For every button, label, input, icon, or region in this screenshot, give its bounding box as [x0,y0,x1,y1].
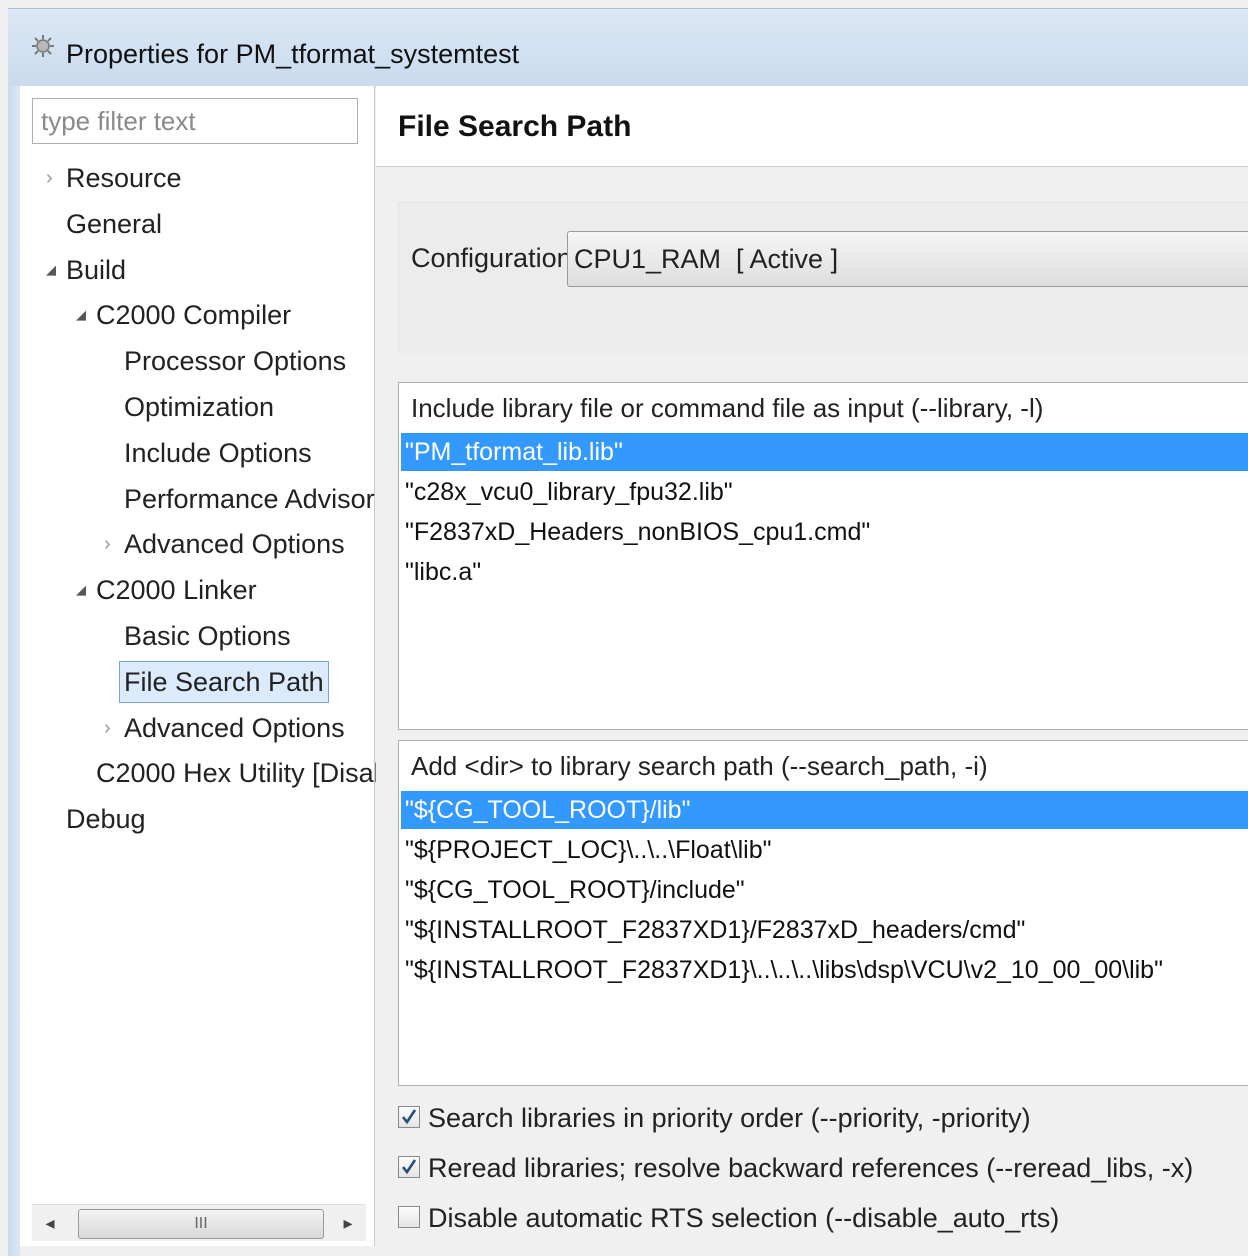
checkbox-checked-icon[interactable] [398,1106,420,1128]
library-item[interactable]: "PM_tformat_lib.lib" [401,433,1248,471]
scroll-thumb[interactable]: III [78,1209,324,1239]
scroll-left-icon[interactable]: ◂ [32,1205,68,1241]
page-header: File Search Path [376,86,1248,167]
window-frame [8,86,20,1256]
scroll-thumb-grip: III [194,1215,208,1232]
option-label: Disable automatic RTS selection (--disab… [428,1203,1060,1233]
tree-item[interactable]: Processor Options [124,341,346,381]
page-title: File Search Path [398,110,632,143]
checkbox-checked-icon[interactable] [398,1156,420,1178]
search-path-item[interactable]: "${CG_TOOL_ROOT}/include" [401,871,1248,909]
properties-page: File Search Path Configuration: CPU1_RAM… [376,86,1248,1246]
configuration-value: CPU1_RAM [ Active ] [574,244,839,274]
library-list-header: Include library file or command file as … [411,393,1044,423]
tree-item[interactable]: C2000 Linker [96,570,257,610]
search-path-item[interactable]: "${INSTALLROOT_F2837XD1}/F2837xD_headers… [401,911,1248,949]
scroll-right-icon[interactable]: ▸ [330,1205,366,1241]
configuration-group: Configuration: CPU1_RAM [ Active ] [398,202,1248,353]
tree-item[interactable]: General [66,204,162,244]
expanded-arrow-icon[interactable]: ◢ [76,570,86,610]
search-path-list-header: Add <dir> to library search path (--sear… [411,751,988,781]
tree-item[interactable]: Performance Advisor [124,479,375,519]
tree-item[interactable]: Basic Options [124,616,291,656]
tree-item[interactable]: Optimization [124,387,274,427]
collapsed-arrow-icon[interactable]: › [46,158,53,198]
configuration-label: Configuration: [411,243,580,273]
properties-dialog: Properties for PM_tformat_systemtest › Re… [0,0,1248,1256]
option-label: Search libraries in priority order (--pr… [428,1103,1031,1133]
tree-item[interactable]: Advanced Options [124,708,345,748]
checkbox-unchecked-icon[interactable] [398,1206,420,1228]
library-item[interactable]: "c28x_vcu0_library_fpu32.lib" [401,473,1248,511]
search-path-item[interactable]: "${PROJECT_LOC}\..\..\Float\lib" [401,831,1248,869]
app-icon [32,35,54,57]
library-item[interactable]: "F2837xD_Headers_nonBIOS_cpu1.cmd" [401,513,1248,551]
tree-item[interactable]: C2000 Compiler [96,295,291,335]
tree-item[interactable]: File Search Path [119,660,329,703]
collapsed-arrow-icon[interactable]: › [104,708,111,748]
tree-item[interactable]: C2000 Hex Utility [Disable [96,753,410,793]
library-item[interactable]: "libc.a" [401,553,1248,591]
tree-item[interactable]: Build [66,250,126,290]
filter-input[interactable] [32,98,358,144]
expanded-arrow-icon[interactable]: ◢ [76,295,86,335]
navigation-pane: ›ResourceGeneral◢Build◢C2000 CompilerPro… [20,86,410,1246]
search-path-item[interactable]: "${CG_TOOL_ROOT}/lib" [401,791,1248,829]
configuration-select[interactable]: CPU1_RAM [ Active ] [567,231,1248,287]
horizontal-scrollbar[interactable]: ◂ III ▸ [32,1204,366,1241]
window-title: Properties for PM_tformat_systemtest [66,39,520,69]
tree-item[interactable]: Include Options [124,433,312,473]
tree-item[interactable]: Advanced Options [124,524,345,564]
collapsed-arrow-icon[interactable]: › [104,524,111,564]
expanded-arrow-icon[interactable]: ◢ [46,250,56,290]
library-list[interactable]: Include library file or command file as … [398,382,1248,730]
tree-item[interactable]: Resource [66,158,182,198]
tree-item[interactable]: Debug [66,799,146,839]
option-label: Reread libraries; resolve backward refer… [428,1153,1194,1183]
search-path-list[interactable]: Add <dir> to library search path (--sear… [398,740,1248,1086]
title-bar: Properties for PM_tformat_systemtest [8,8,1248,87]
search-path-item[interactable]: "${INSTALLROOT_F2837XD1}\..\..\..\libs\d… [401,951,1248,989]
